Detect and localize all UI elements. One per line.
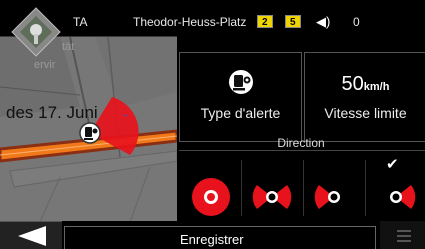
speaker-icon[interactable]: ◀) <box>316 14 330 30</box>
check-icon: ✔ <box>386 156 399 173</box>
direction-option-opposite[interactable] <box>304 153 364 221</box>
map-street-label: des 17. Juni <box>6 103 98 122</box>
direction-option-forward[interactable]: ✔ <box>366 153 425 221</box>
alert-type-button[interactable]: Type d'alerte <box>179 52 302 142</box>
direction-forward-icon <box>390 185 416 209</box>
map-faint-label-1: tät <box>62 41 75 53</box>
direction-one-way-icon <box>192 178 230 216</box>
speed-camera-icon <box>229 70 253 94</box>
speed-limit-value: 50 <box>341 73 364 95</box>
menu-button[interactable] <box>380 221 425 249</box>
direction-option-both[interactable] <box>242 153 302 221</box>
back-arrow-icon <box>18 226 46 246</box>
status-bar: TA Theodor-Heuss-Platz 2 5 ◀) 0 <box>0 0 425 36</box>
save-label: Enregistrer <box>180 232 244 247</box>
map-view[interactable]: ➜ des 17. Juni tät ervir <box>0 36 177 221</box>
direction-opposite-icon <box>314 185 340 209</box>
road-badge-2: 5 <box>285 15 301 28</box>
alert-settings-panel: Type d'alerte 50km/h Vitesse limite Dire… <box>177 36 425 249</box>
speed-limit-button[interactable]: 50km/h Vitesse limite <box>304 52 425 142</box>
speed-limit-unit: km/h <box>363 81 390 93</box>
direction-heading: Direction <box>277 136 325 150</box>
save-button[interactable]: Enregistrer <box>64 226 376 249</box>
direction-both-icon <box>252 185 292 209</box>
back-button[interactable] <box>0 221 62 249</box>
current-street: Theodor-Heuss-Platz <box>133 15 247 29</box>
menu-icon <box>397 230 411 245</box>
direction-option-one-way[interactable] <box>181 153 241 221</box>
status-left-label: TA <box>73 15 88 29</box>
status-count: 0 <box>353 15 360 29</box>
direction-divider <box>179 150 425 151</box>
speed-limit-value-wrap: 50km/h <box>305 73 425 96</box>
app-logo[interactable] <box>10 6 62 58</box>
map-faint-label-2: ervir <box>34 59 56 71</box>
speed-limit-label: Vitesse limite <box>324 105 407 121</box>
svg-text:➜: ➜ <box>123 113 127 119</box>
road-badge-1: 2 <box>257 15 273 28</box>
alert-type-label: Type d'alerte <box>200 105 281 121</box>
